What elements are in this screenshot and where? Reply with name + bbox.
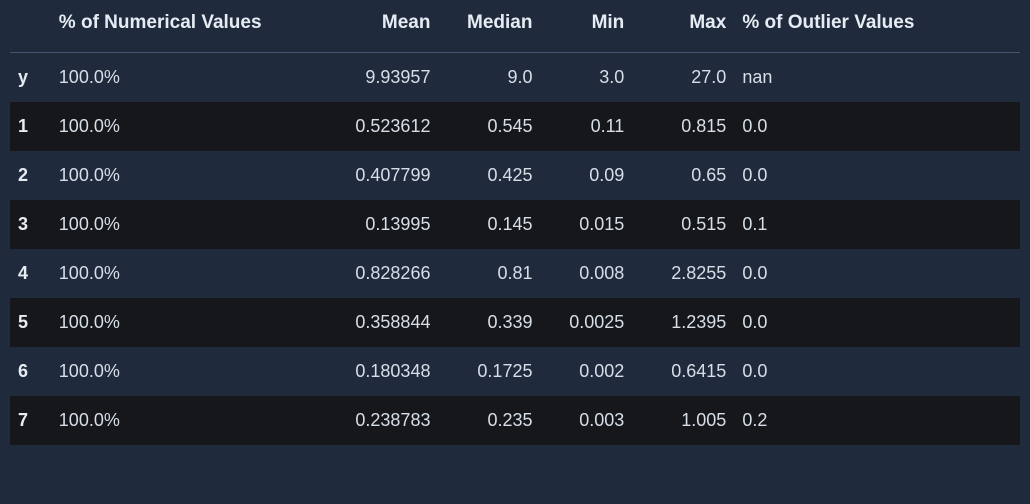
cell-pct-num: 100.0% bbox=[51, 53, 326, 103]
table-row: 7 100.0% 0.238783 0.235 0.003 1.005 0.2 bbox=[10, 396, 1020, 445]
cell-median: 0.81 bbox=[438, 249, 540, 298]
header-median: Median bbox=[438, 0, 540, 53]
cell-pct-num: 100.0% bbox=[51, 396, 326, 445]
row-header: 6 bbox=[10, 347, 51, 396]
cell-min: 0.008 bbox=[540, 249, 632, 298]
cell-median: 0.425 bbox=[438, 151, 540, 200]
cell-pct-outlier: 0.1 bbox=[734, 200, 1020, 249]
cell-median: 0.1725 bbox=[438, 347, 540, 396]
cell-min: 0.11 bbox=[540, 102, 632, 151]
header-max: Max bbox=[632, 0, 734, 53]
row-header: 7 bbox=[10, 396, 51, 445]
cell-max: 0.6415 bbox=[632, 347, 734, 396]
cell-mean: 0.828266 bbox=[326, 249, 438, 298]
cell-pct-outlier: 0.0 bbox=[734, 102, 1020, 151]
cell-median: 9.0 bbox=[438, 53, 540, 103]
cell-mean: 0.358844 bbox=[326, 298, 438, 347]
cell-pct-num: 100.0% bbox=[51, 298, 326, 347]
cell-pct-num: 100.0% bbox=[51, 200, 326, 249]
cell-pct-num: 100.0% bbox=[51, 347, 326, 396]
header-min: Min bbox=[540, 0, 632, 53]
cell-pct-outlier: 0.2 bbox=[734, 396, 1020, 445]
cell-pct-outlier: 0.0 bbox=[734, 347, 1020, 396]
table-row: 2 100.0% 0.407799 0.425 0.09 0.65 0.0 bbox=[10, 151, 1020, 200]
header-rowhdr bbox=[10, 0, 51, 53]
cell-max: 1.2395 bbox=[632, 298, 734, 347]
row-header: y bbox=[10, 53, 51, 103]
header-row: % of Numerical Values Mean Median Min Ma… bbox=[10, 0, 1020, 53]
table-row: y 100.0% 9.93957 9.0 3.0 27.0 nan bbox=[10, 53, 1020, 103]
cell-mean: 0.238783 bbox=[326, 396, 438, 445]
cell-pct-outlier: 0.0 bbox=[734, 249, 1020, 298]
header-mean: Mean bbox=[326, 0, 438, 53]
cell-median: 0.235 bbox=[438, 396, 540, 445]
row-header: 2 bbox=[10, 151, 51, 200]
cell-max: 0.815 bbox=[632, 102, 734, 151]
cell-min: 3.0 bbox=[540, 53, 632, 103]
row-header: 1 bbox=[10, 102, 51, 151]
cell-max: 0.515 bbox=[632, 200, 734, 249]
cell-min: 0.002 bbox=[540, 347, 632, 396]
header-pct-num: % of Numerical Values bbox=[51, 0, 326, 53]
row-header: 4 bbox=[10, 249, 51, 298]
stats-table-container: % of Numerical Values Mean Median Min Ma… bbox=[0, 0, 1030, 504]
cell-max: 1.005 bbox=[632, 396, 734, 445]
cell-mean: 0.523612 bbox=[326, 102, 438, 151]
table-row: 3 100.0% 0.13995 0.145 0.015 0.515 0.1 bbox=[10, 200, 1020, 249]
cell-pct-num: 100.0% bbox=[51, 102, 326, 151]
header-pct-outlier: % of Outlier Values bbox=[734, 0, 1020, 53]
table-row: 1 100.0% 0.523612 0.545 0.11 0.815 0.0 bbox=[10, 102, 1020, 151]
cell-mean: 0.180348 bbox=[326, 347, 438, 396]
row-header: 5 bbox=[10, 298, 51, 347]
table-row: 6 100.0% 0.180348 0.1725 0.002 0.6415 0.… bbox=[10, 347, 1020, 396]
cell-max: 0.65 bbox=[632, 151, 734, 200]
cell-min: 0.003 bbox=[540, 396, 632, 445]
cell-mean: 0.13995 bbox=[326, 200, 438, 249]
cell-median: 0.145 bbox=[438, 200, 540, 249]
cell-max: 27.0 bbox=[632, 53, 734, 103]
cell-min: 0.0025 bbox=[540, 298, 632, 347]
cell-median: 0.545 bbox=[438, 102, 540, 151]
cell-median: 0.339 bbox=[438, 298, 540, 347]
cell-pct-outlier: 0.0 bbox=[734, 151, 1020, 200]
cell-pct-num: 100.0% bbox=[51, 249, 326, 298]
row-header: 3 bbox=[10, 200, 51, 249]
cell-pct-num: 100.0% bbox=[51, 151, 326, 200]
cell-mean: 0.407799 bbox=[326, 151, 438, 200]
cell-pct-outlier: 0.0 bbox=[734, 298, 1020, 347]
cell-pct-outlier: nan bbox=[734, 53, 1020, 103]
table-row: 4 100.0% 0.828266 0.81 0.008 2.8255 0.0 bbox=[10, 249, 1020, 298]
cell-min: 0.09 bbox=[540, 151, 632, 200]
cell-mean: 9.93957 bbox=[326, 53, 438, 103]
cell-min: 0.015 bbox=[540, 200, 632, 249]
table-row: 5 100.0% 0.358844 0.339 0.0025 1.2395 0.… bbox=[10, 298, 1020, 347]
cell-max: 2.8255 bbox=[632, 249, 734, 298]
stats-table: % of Numerical Values Mean Median Min Ma… bbox=[10, 0, 1020, 445]
